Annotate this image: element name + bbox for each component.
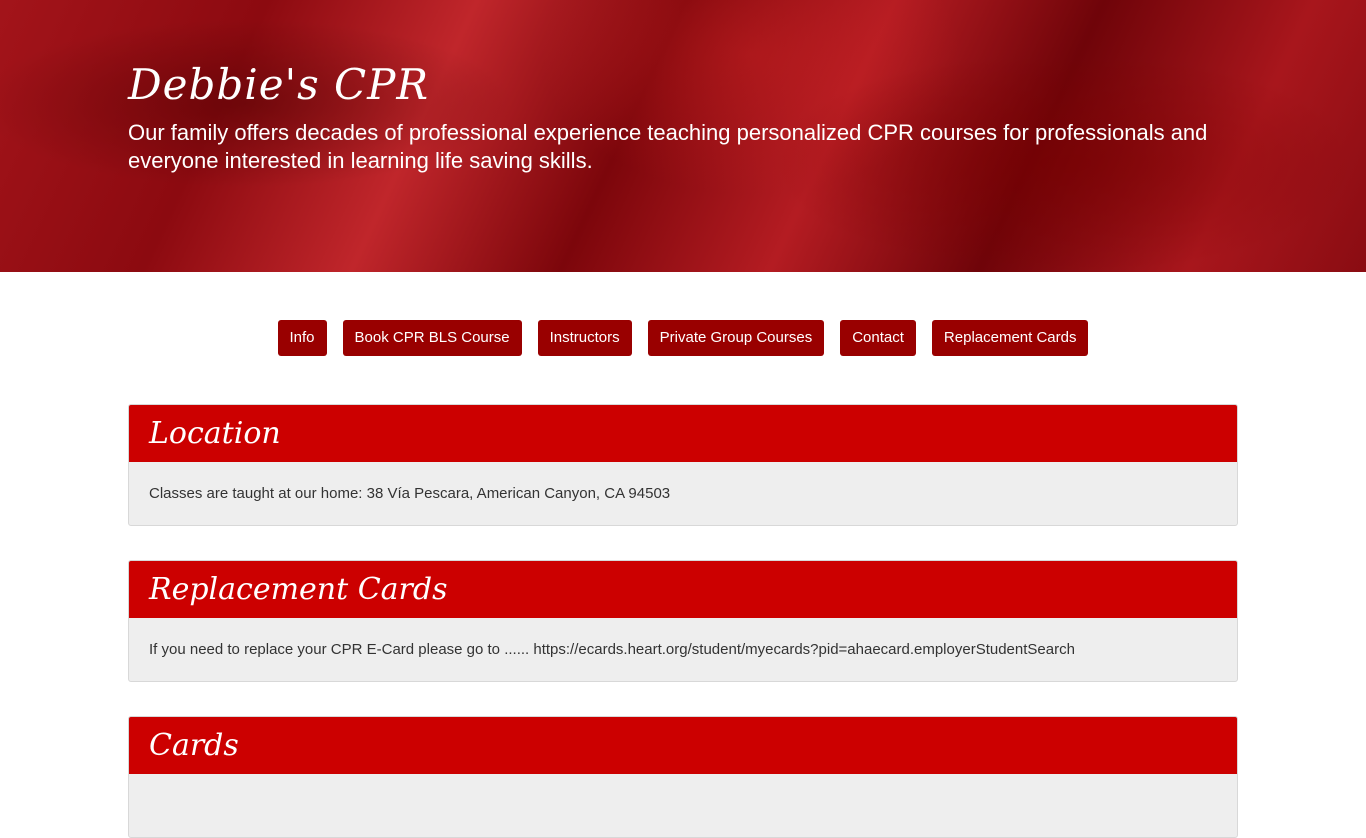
nav-instructors-button[interactable]: Instructors: [537, 320, 632, 356]
replacement-cards-panel-text: If you need to replace your CPR E-Card p…: [149, 641, 1075, 658]
cards-panel-title: Cards: [129, 717, 1237, 774]
cards-panel-text: [129, 774, 1237, 837]
nav-book-course-button[interactable]: Book CPR BLS Course: [342, 320, 522, 356]
location-panel-title: Location: [129, 405, 1237, 462]
location-panel-text: Classes are taught at our home: 38 Vía P…: [149, 485, 671, 502]
site-title: Debbie's CPR: [128, 60, 430, 109]
main-nav: Info Book CPR BLS Course Instructors Pri…: [0, 320, 1366, 356]
nav-info-button[interactable]: Info: [277, 320, 327, 356]
nav-replacement-cards-button[interactable]: Replacement Cards: [931, 320, 1089, 356]
nav-private-group-button[interactable]: Private Group Courses: [647, 320, 825, 356]
location-panel: Location Classes are taught at our home:…: [128, 404, 1238, 526]
cards-panel: Cards: [128, 716, 1238, 838]
nav-contact-button[interactable]: Contact: [840, 320, 916, 356]
replacement-cards-panel: Replacement Cards If you need to replace…: [128, 560, 1238, 682]
site-tagline: Our family offers decades of professiona…: [128, 120, 1208, 173]
hero-content: Debbie's CPR Our family offers decades o…: [128, 60, 1238, 175]
replacement-cards-panel-title: Replacement Cards: [129, 561, 1237, 618]
hero-banner: Debbie's CPR Our family offers decades o…: [0, 0, 1366, 272]
